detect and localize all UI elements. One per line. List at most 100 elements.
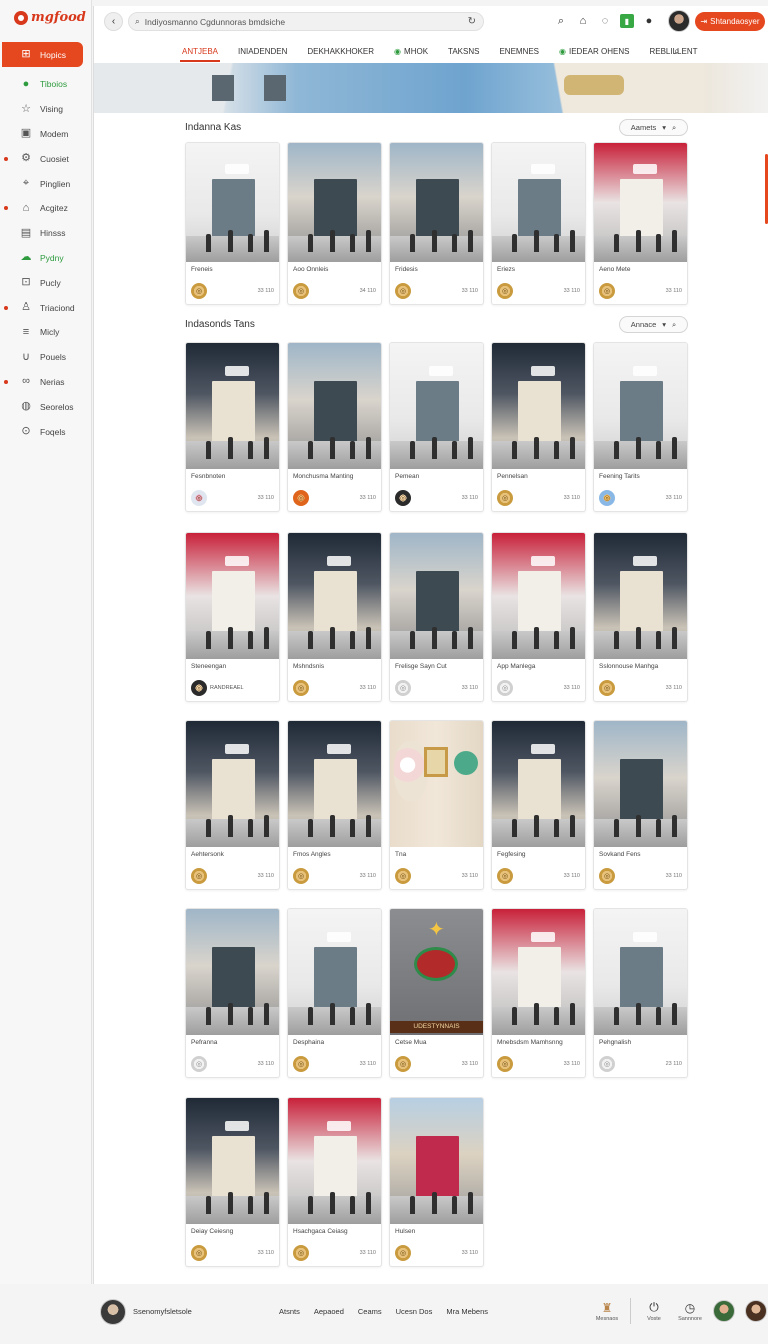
store-card[interactable]: Pefranna ◎ 33 110 xyxy=(185,908,280,1078)
shopper-figure xyxy=(366,1002,371,1025)
sidebar-item[interactable]: ⚙ Cuosiet xyxy=(0,146,92,171)
avatar[interactable] xyxy=(745,1300,767,1322)
store-card[interactable]: Fmos Angles ◎ 33 110 xyxy=(287,720,382,890)
footer-link[interactable]: Aepaoed xyxy=(314,1307,344,1316)
card-meta: ◎ 23 110 xyxy=(599,1056,682,1072)
sidebar-item[interactable]: ∞ Nerias xyxy=(0,370,92,395)
store-badge-icon: ◎ xyxy=(293,283,309,299)
store-card[interactable]: Deiay Ceiesng ◎ 33 110 xyxy=(185,1097,280,1267)
footer-link[interactable]: Mra Mebens xyxy=(446,1307,488,1316)
store-card[interactable]: Pehgnalish ◎ 23 110 xyxy=(593,908,688,1078)
store-badge-icon: ◎ xyxy=(599,490,615,506)
footer-action[interactable]: ♜ Mesnaos xyxy=(594,1301,620,1322)
tab[interactable]: ENEMNES xyxy=(499,47,539,56)
store-badge-icon: ◎ xyxy=(293,680,309,696)
primary-action-button[interactable]: ⇥ Shtandaosyer xyxy=(695,12,765,31)
tab[interactable]: TAKSNS xyxy=(448,47,479,56)
store-card[interactable]: Eriezs ◎ 33 110 xyxy=(491,142,586,305)
store-card[interactable]: Aeno Mete ◎ 33 110 xyxy=(593,142,688,305)
store-card[interactable]: Frelisge Sayn Cut ◎ 33 110 xyxy=(389,532,484,702)
sidebar-item[interactable]: ◍ Seorelos xyxy=(0,394,92,419)
shopper-figure xyxy=(350,1006,355,1025)
filter-dropdown[interactable]: Annace ▾ ⌕ xyxy=(619,316,688,333)
sidebar-item[interactable]: ⊙ Foqels xyxy=(0,419,92,444)
sidebar-item[interactable]: ▣ Modem xyxy=(0,122,92,147)
store-card[interactable]: Steneengan ◎ RANDREAEL xyxy=(185,532,280,702)
sidebar-item-active[interactable]: ⊞ Hopics xyxy=(2,42,83,67)
sidebar-item[interactable]: ≡ Micly xyxy=(0,320,92,345)
brand-logo[interactable]: mgfood xyxy=(14,10,86,25)
store-name: Deiay Ceiesng xyxy=(191,1228,234,1235)
store-card[interactable]: Fridesis ◎ 33 110 xyxy=(389,142,484,305)
store-card[interactable]: Monchusma Manting ◎ 33 110 xyxy=(287,342,382,512)
search-icon[interactable]: ⌕ xyxy=(674,46,680,57)
store-card[interactable]: Aehtersonk ◎ 33 110 xyxy=(185,720,280,890)
toggle-icon[interactable]: ● xyxy=(642,14,656,28)
sidebar-item[interactable]: ⊡ Pucly xyxy=(0,270,92,295)
store-card[interactable]: Freneis ◎ 33 110 xyxy=(185,142,280,305)
store-thumbnail xyxy=(288,1098,381,1224)
home-icon[interactable]: ⌂ xyxy=(576,14,590,28)
notification-icon[interactable]: ▮ xyxy=(620,14,634,28)
shopper-figure xyxy=(614,440,619,459)
store-card[interactable]: ✦ UDESTYNNAIS Cetse Mua ◎ 33 110 xyxy=(389,908,484,1078)
store-sign xyxy=(225,164,250,174)
sidebar-item[interactable]: ● Tiboios xyxy=(0,72,92,97)
store-card[interactable]: Feening Tarits ◎ 33 110 xyxy=(593,342,688,512)
shopper-figure xyxy=(656,440,661,459)
sidebar-item[interactable]: ⌂ Acgitez xyxy=(0,196,92,221)
store-card[interactable]: Hsachgaca Ceiasg ◎ 33 110 xyxy=(287,1097,382,1267)
store-name: Feening Tarits xyxy=(599,473,640,480)
tab[interactable]: INIADENDEN xyxy=(238,47,287,56)
sidebar-item[interactable]: ☁ Pydny xyxy=(0,246,92,271)
sidebar-list: ● Tiboios ☆ Vising ▣ Modem ⚙ Cuosiet ⌖ Pinglien ⌂ A… xyxy=(0,72,92,444)
store-card[interactable]: Sovkand Fens ◎ 33 110 xyxy=(593,720,688,890)
avatar[interactable] xyxy=(713,1300,735,1322)
store-card[interactable]: Hulsen ◎ 33 110 xyxy=(389,1097,484,1267)
store-card[interactable]: Aoo Onnleis ◎ 34 110 xyxy=(287,142,382,305)
store-card[interactable]: Tna ◎ 33 110 xyxy=(389,720,484,890)
footer-action[interactable]: ⏻ Voste xyxy=(641,1300,667,1322)
chat-icon[interactable]: ◌ xyxy=(598,14,612,28)
card-meta: ◎ 33 110 xyxy=(191,868,274,884)
filter-dropdown[interactable]: Aamets ▾ ⌕ xyxy=(619,119,688,136)
store-name: Pemean xyxy=(395,473,420,480)
store-badge-icon: ◎ xyxy=(191,680,207,696)
topbar: ‹ ⌕ Indiyosmanno Cgdunnoras bmdsiche ↻ ⌕… xyxy=(94,6,768,36)
tab[interactable]: ANTJEBA xyxy=(179,47,221,62)
store-sign xyxy=(225,743,250,754)
sidebar-item[interactable]: ⌖ Pinglien xyxy=(0,171,92,196)
tab-label: INIADENDEN xyxy=(238,46,288,56)
store-card[interactable]: Fegfesing ◎ 33 110 xyxy=(491,720,586,890)
footer-action[interactable]: ◷ Sannnore xyxy=(677,1301,703,1322)
footer-link[interactable]: Ucesn Dos xyxy=(396,1307,433,1316)
store-card[interactable]: Mnebsdsm Mamhsnng ◎ 33 110 xyxy=(491,908,586,1078)
store-badge-icon: ◎ xyxy=(395,490,411,506)
tab[interactable]: DEKHAKKHOKER xyxy=(307,47,374,56)
sidebar-item[interactable]: ▤ Hinsss xyxy=(0,221,92,246)
sidebar-item[interactable]: ♙ Triaciond xyxy=(0,295,92,320)
store-sign xyxy=(531,164,556,174)
tab[interactable]: ◉ MHOK xyxy=(394,47,428,56)
store-card[interactable]: App Manlega ◎ 33 110 xyxy=(491,532,586,702)
store-card[interactable]: Pennelsan ◎ 33 110 xyxy=(491,342,586,512)
store-card[interactable]: Mshndsnis ◎ 33 110 xyxy=(287,532,382,702)
url-bar[interactable]: ⌕ Indiyosmanno Cgdunnoras bmdsiche ↻ xyxy=(128,12,484,31)
avatar[interactable] xyxy=(100,1299,126,1325)
shopper-figure xyxy=(432,626,437,649)
search-icon[interactable]: ⌕ xyxy=(554,14,568,28)
footer-link[interactable]: Ceams xyxy=(358,1307,382,1316)
store-card[interactable]: Fesnbnoten ◎ 33 110 xyxy=(185,342,280,512)
store-card[interactable]: Desphaina ◎ 33 110 xyxy=(287,908,382,1078)
reload-icon[interactable]: ↻ xyxy=(468,16,476,27)
store-sign xyxy=(429,365,454,376)
tab[interactable]: ◉ IEDEAR OHENS xyxy=(559,47,629,56)
store-card[interactable]: Sslonnouse Manhga ◎ 33 110 xyxy=(593,532,688,702)
sidebar-item[interactable]: ∪ Pouels xyxy=(0,345,92,370)
back-button[interactable]: ‹ xyxy=(104,12,123,31)
footer-link[interactable]: Atsnts xyxy=(279,1307,300,1316)
avatar[interactable] xyxy=(668,10,690,32)
store-card[interactable]: Pemean ◎ 33 110 xyxy=(389,342,484,512)
sidebar-item[interactable]: ☆ Vising xyxy=(0,97,92,122)
back-icon: ‹ xyxy=(111,16,116,27)
